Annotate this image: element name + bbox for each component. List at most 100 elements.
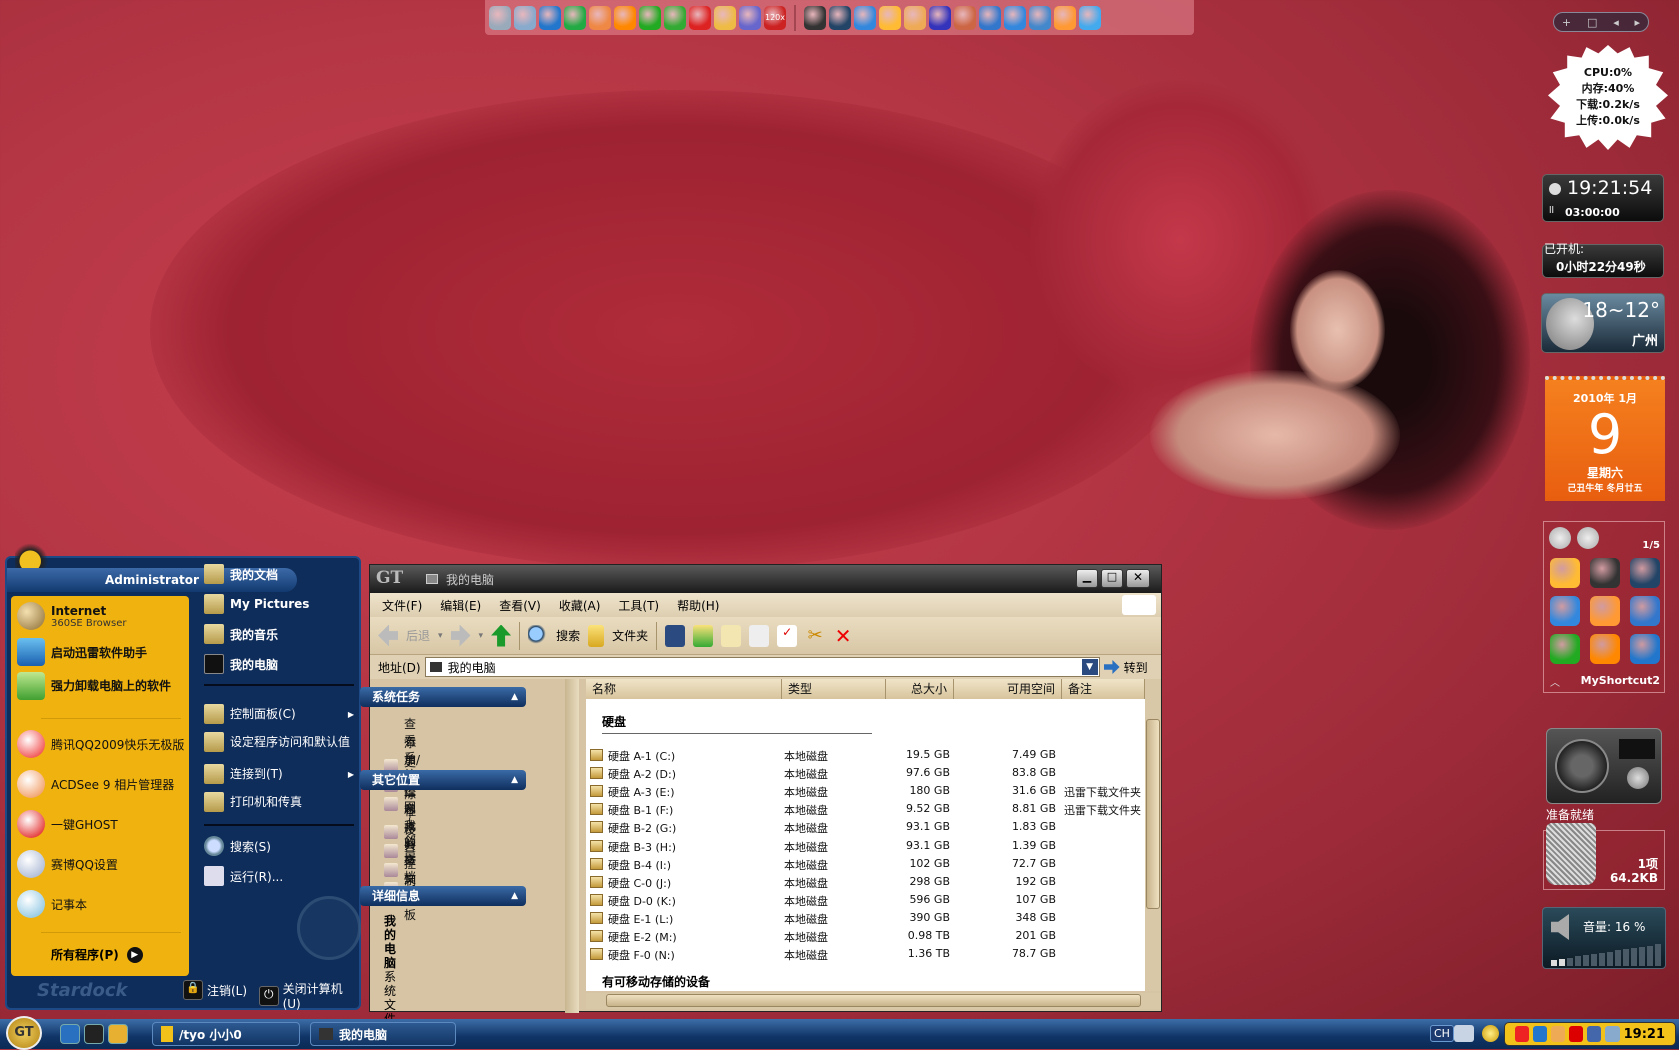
menu-item[interactable]: 工具(T)	[618, 597, 659, 614]
scroll-thumb[interactable]	[1146, 719, 1160, 909]
qq-pet-icon[interactable]	[664, 5, 686, 30]
drive-row[interactable]: 硬盘 E-2 (M:) 本地磁盘 0.98 TB 201 GB	[586, 927, 1145, 945]
tool-item[interactable]: 搜索(S)	[204, 836, 354, 856]
taskbar-button-tyo[interactable]: /tyo 小小0	[152, 1022, 300, 1046]
next-icon[interactable]: ▸	[1635, 16, 1641, 29]
copy-to-icon[interactable]	[721, 624, 742, 647]
system-item[interactable]: 设定程序访问和默认值	[204, 732, 354, 752]
ie-icon[interactable]	[539, 5, 561, 30]
column-header[interactable]: 总大小	[886, 679, 954, 699]
pause-icon[interactable]: ll	[1549, 206, 1554, 216]
search-doc-icon[interactable]	[514, 5, 536, 30]
drive-row[interactable]: 硬盘 A-1 (C:) 本地磁盘 19.5 GB 7.49 GB	[586, 746, 1145, 764]
firefox-icon[interactable]	[589, 5, 611, 30]
fan-icon[interactable]	[1029, 5, 1051, 30]
recent-program[interactable]: ACDSee 9 相片管理器	[17, 770, 187, 798]
scroll-thumb[interactable]	[606, 994, 1141, 1007]
column-header[interactable]: 可用空间	[954, 679, 1062, 699]
arrow-app-icon[interactable]	[854, 5, 876, 30]
up-arrow-icon[interactable]	[491, 624, 512, 647]
go-button[interactable]: 转到	[1124, 659, 1148, 676]
countdown-timer[interactable]: 03:00:00	[1565, 206, 1620, 219]
recent-program[interactable]: 赛博QQ设置	[17, 850, 187, 878]
ie-icon[interactable]	[1533, 1026, 1548, 1042]
thunder-bird-icon[interactable]	[979, 5, 1001, 30]
quick-ie-icon[interactable]	[60, 1024, 80, 1044]
snapshot-icon[interactable]	[1590, 558, 1620, 588]
kmplayer-icon[interactable]	[829, 5, 851, 30]
properties-icon[interactable]: ✓	[777, 624, 798, 647]
system-item[interactable]: 打印机和传真	[204, 792, 354, 812]
folders-button[interactable]: 文件夹	[612, 627, 648, 644]
folder-icon[interactable]	[588, 624, 605, 647]
search-button[interactable]: 搜索	[556, 627, 580, 644]
keyboard-icon[interactable]	[1454, 1025, 1474, 1042]
drive-row[interactable]: 硬盘 A-3 (E:) 本地磁盘 180 GB 31.6 GB 迅雷下载文件夹	[586, 782, 1145, 800]
qq-icon[interactable]	[1079, 5, 1101, 30]
menu-item[interactable]: 编辑(E)	[440, 597, 481, 614]
raysource-icon[interactable]	[1550, 634, 1580, 664]
left-pane-scrollbar[interactable]	[565, 679, 579, 1013]
column-header[interactable]: 备注	[1062, 679, 1145, 699]
kmplayer-icon[interactable]	[1630, 558, 1660, 588]
drive-row[interactable]: 硬盘 C-0 (J:) 本地磁盘 298 GB 192 GB	[586, 873, 1145, 891]
system-item[interactable]: 连接到(T) ▶	[204, 764, 354, 784]
qq-blue-icon[interactable]	[1550, 596, 1580, 626]
drive-row[interactable]: 硬盘 D-0 (K:) 本地磁盘 596 GB 107 GB	[586, 891, 1145, 909]
delete-icon[interactable]: ✕	[833, 625, 853, 647]
minimize-button[interactable]: ▁	[1076, 569, 1098, 588]
prev-icon[interactable]: ◂	[1613, 16, 1619, 29]
task-panel-header[interactable]: 其它位置	[360, 770, 526, 790]
sidebar-controls[interactable]: + □ ◂ ▸	[1553, 12, 1649, 32]
title-bar[interactable]: GT 我的电脑 ▁ □ ✕	[370, 565, 1161, 593]
hp-icon[interactable]	[739, 5, 761, 30]
360-browser-icon[interactable]	[564, 5, 586, 30]
shutdown-button[interactable]: ⏻ 关闭计算机(U)	[259, 980, 359, 1011]
media-icon[interactable]	[904, 5, 926, 30]
menu-item[interactable]: 收藏(A)	[559, 597, 601, 614]
quick-desktop-icon[interactable]	[108, 1024, 128, 1044]
maximize-button[interactable]: □	[1101, 569, 1123, 588]
views-icon[interactable]	[665, 624, 686, 647]
back-arrow-icon[interactable]	[378, 624, 398, 647]
place-item[interactable]: My Pictures	[204, 594, 354, 614]
drive-row[interactable]: 硬盘 B-4 (I:) 本地磁盘 102 GB 72.7 GB	[586, 855, 1145, 873]
arrow-app-icon[interactable]	[1630, 634, 1660, 664]
thunder-icon[interactable]	[1590, 634, 1620, 664]
go-arrow-icon[interactable]	[1103, 660, 1120, 674]
thunder-bird-icon[interactable]	[1630, 596, 1660, 626]
media-icon[interactable]	[1605, 1026, 1620, 1042]
system-item[interactable]: 控制面板(C) ▶	[204, 704, 354, 724]
menu-item[interactable]: 文件(F)	[382, 597, 422, 614]
drive-row[interactable]: 硬盘 B-1 (F:) 本地磁盘 9.52 GB 8.81 GB 迅雷下载文件夹	[586, 800, 1145, 818]
prev-page-button[interactable]	[1549, 527, 1571, 549]
move-to-icon[interactable]	[693, 624, 714, 647]
drive-row[interactable]: 硬盘 A-2 (D:) 本地磁盘 97.6 GB 83.8 GB	[586, 764, 1145, 782]
all-programs-button[interactable]: 所有程序(P) ▶	[51, 946, 143, 963]
recent-program[interactable]: 记事本	[17, 890, 187, 918]
thunder-icon[interactable]	[614, 5, 636, 30]
ati-icon[interactable]	[1569, 1026, 1584, 1042]
pinned-thunder-helper[interactable]: 启动迅雷软件助手	[17, 638, 187, 666]
monitor-icon[interactable]	[489, 5, 511, 30]
place-item[interactable]: 我的音乐	[204, 624, 354, 644]
add-icon[interactable]: +	[1562, 16, 1571, 29]
language-indicator[interactable]: CH	[1430, 1025, 1454, 1042]
cut-icon[interactable]: ✂	[805, 625, 825, 647]
menu-item[interactable]: 帮助(H)	[677, 597, 719, 614]
video-icon[interactable]	[879, 5, 901, 30]
horizontal-scrollbar[interactable]	[586, 993, 1161, 1009]
display-icon[interactable]	[1587, 1026, 1602, 1042]
column-header[interactable]: 类型	[782, 679, 886, 699]
pinned-internet[interactable]: Internet 360SE Browser	[17, 602, 187, 630]
volume-bars[interactable]	[1551, 944, 1661, 966]
taskbar-clock[interactable]: 19:21	[1624, 1027, 1665, 1042]
place-item[interactable]: 我的文档	[204, 564, 354, 584]
tray-coin-icon[interactable]	[1482, 1025, 1499, 1042]
network-icon[interactable]	[1551, 1026, 1566, 1042]
back-dropdown-icon[interactable]: ▾	[438, 631, 443, 641]
task-panel-header[interactable]: 详细信息	[360, 886, 526, 906]
messenger-icon[interactable]	[1004, 5, 1026, 30]
qq-group-icon[interactable]	[1054, 5, 1076, 30]
forward-dropdown-icon[interactable]: ▾	[479, 631, 484, 641]
